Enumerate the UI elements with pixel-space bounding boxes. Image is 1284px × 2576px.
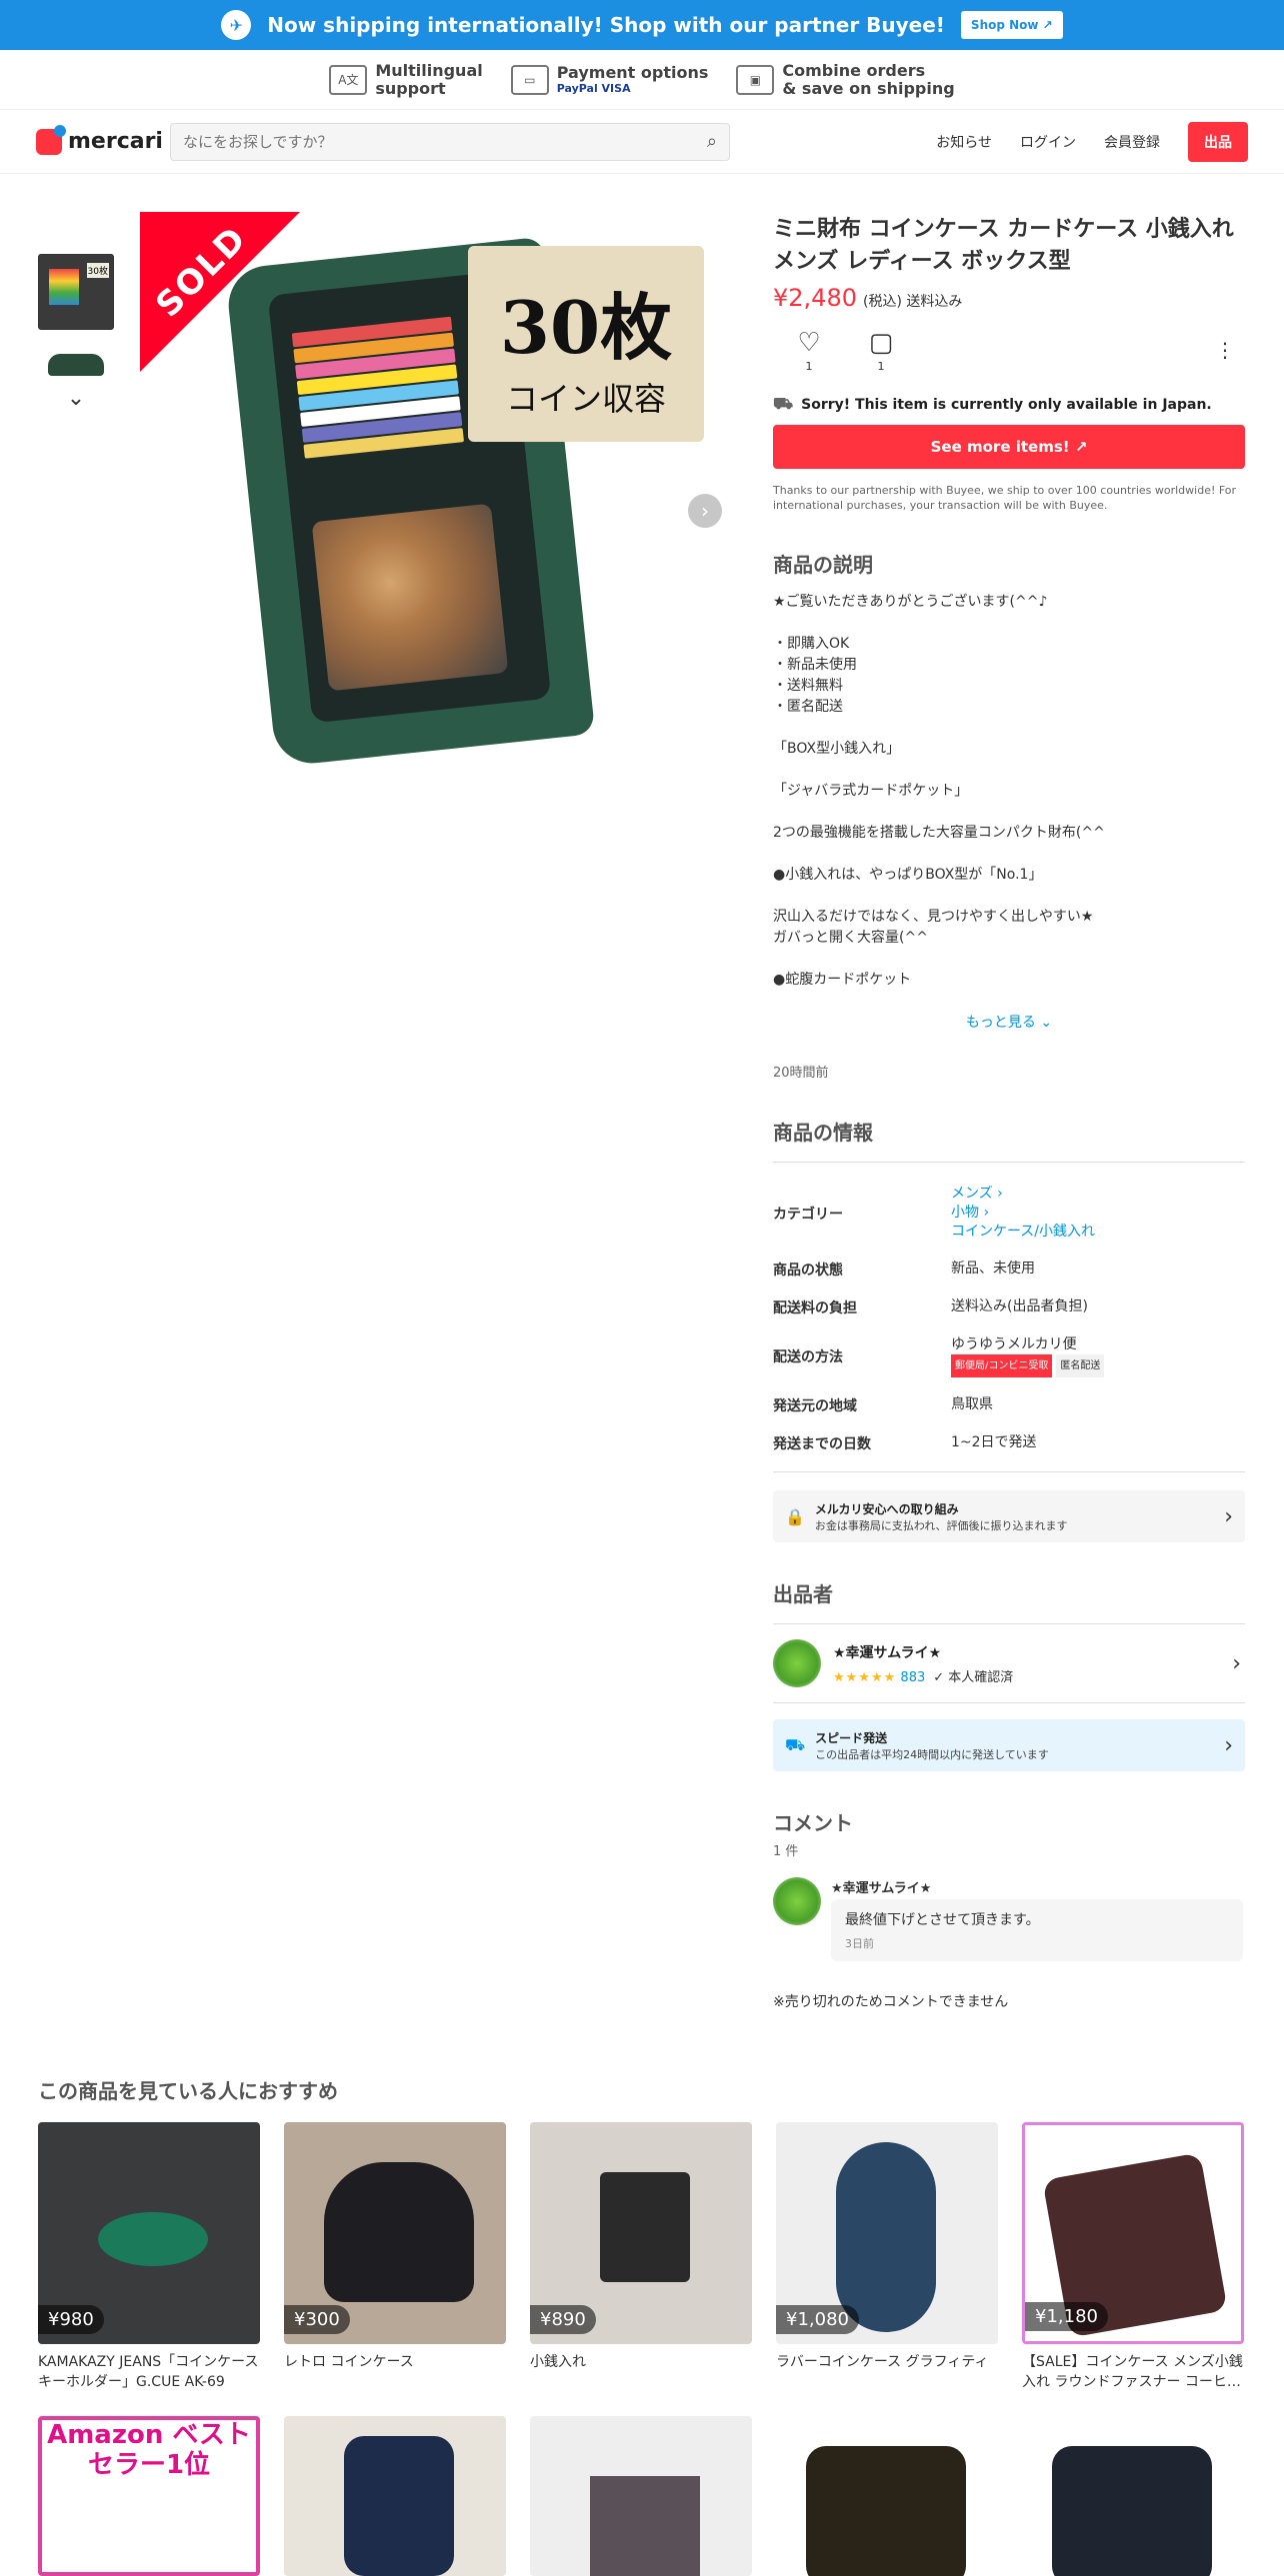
feature-combine: ▣ Combine orders & save on shipping [736,61,955,98]
feature-payment: ▭ Payment options PayPal VISA [510,64,708,95]
description-heading: 商品の説明 [773,553,873,577]
box-icon: ▣ [736,64,775,95]
comment-button[interactable]: ▢ 1 [845,328,917,373]
category-link-1[interactable]: メンズ › [951,1185,1095,1204]
list-item[interactable]: ¥1,080 ラバーコインケース グラフィティ [776,2122,998,2392]
pickup-tag: 郵便局/コンビニ受取 [951,1354,1053,1377]
card-icon: ▭ [510,64,549,95]
truck-icon: ⛟ [785,1734,806,1754]
show-more-link[interactable]: もっと見る ⌄ [773,1012,1245,1032]
feature-strip: A文 Multilingual support ▭ Payment options… [0,50,1284,110]
buyee-note: Thanks to our partnership with Buyee, we… [773,484,1237,512]
shop-now-button[interactable]: Shop Now ↗ [960,11,1063,39]
seller-name: ★幸運サムライ★ [833,1644,942,1661]
description-body: ★ご覧いただきありがとうございます(^^♪ ・即購入OK ・新品未使用 ・送料無… [773,594,1105,988]
chevron-right-icon: › [1224,1732,1233,1758]
banner-text: Now shipping internationally! Shop with … [267,13,945,37]
list-item[interactable]: ¥300 レトロ コインケース [284,2122,506,2392]
feature-multilingual: A文 Multilingual support [329,61,483,98]
comment-text: 最終値下げとさせて頂きます。 [845,1912,1040,1928]
rating-stars: ★★★★★ [833,1669,897,1685]
plane-icon: ✈ [221,10,252,40]
news-link[interactable]: お知らせ [936,132,992,152]
list-item[interactable]: Amazon ベストセラー1位 [38,2416,260,2576]
recommendations: この商品を見ている人におすすめ ¥980 KAMAKAZY JEANS「コインケ… [38,2075,1248,2576]
recommend-heading: この商品を見ている人におすすめ [38,2079,338,2103]
avatar [773,1639,821,1687]
list-item[interactable]: ¥1,180 【SALE】コインケース メンズ小銭入れ ラウンドファスナー コー… [1022,2122,1244,2392]
chevron-right-icon: › [1232,1650,1241,1676]
seller-heading: 出品者 [773,1582,833,1606]
comment-count: 1 件 [773,1844,799,1859]
category-link-3[interactable]: コインケース/小銭入れ [951,1223,1095,1242]
next-image-arrow-icon[interactable]: › [688,494,722,528]
comment-item: ★幸運サムライ★ 最終値下げとさせて頂きます。 3日前 [773,1877,1245,1961]
login-link[interactable]: ログイン [1020,132,1076,152]
thumbnail-1[interactable]: 30枚 [38,254,114,330]
list-item[interactable] [284,2416,506,2576]
truck-icon: ⛟ [773,394,794,413]
search-bar[interactable]: ⌕ [170,122,730,161]
mercari-logo[interactable]: mercari [36,124,170,155]
language-icon: A文 [329,64,368,95]
site-header: mercari ⌕ お知らせ ログイン 会員登録 出品 [0,110,1284,174]
list-item[interactable] [530,2416,752,2576]
search-icon[interactable]: ⌕ [707,131,717,152]
comments-closed-note: ※売り切れのためコメントできません [773,1994,1009,2010]
header-nav: お知らせ ログイン 会員登録 出品 [936,121,1248,162]
comment-date: 3日前 [845,1937,874,1950]
price-tax-note: (税込) 送料込み [862,294,963,310]
product-details: ミニ財布 コインケース カードケース 小銭入れ メンズ レディース ボックス型 … [773,214,1245,2011]
info-heading: 商品の情報 [773,1121,873,1145]
heart-icon: ♡ [797,328,821,358]
thumbnail-list: 30枚 ⌄ [38,254,116,411]
logo-mark-icon [36,124,66,155]
list-item[interactable] [776,2416,998,2576]
product-price: ¥2,480 [773,284,857,312]
avatar [773,1877,821,1925]
list-item[interactable]: ¥890 小銭入れ [530,2122,752,2392]
chevron-right-icon: › [1224,1503,1233,1529]
lock-icon: 🔒 [785,1506,805,1526]
seller-card[interactable]: ★幸運サムライ★ ★★★★★ 883 ✓ 本人確認済 › [773,1623,1245,1703]
signup-link[interactable]: 会員登録 [1104,132,1160,152]
category-link-2[interactable]: 小物 › [951,1204,1095,1223]
sell-button[interactable]: 出品 [1188,121,1248,162]
shipping-banner[interactable]: ✈ Now shipping internationally! Shop wit… [0,0,1284,50]
posted-time: 20時間前 [773,1066,829,1081]
more-options-icon[interactable]: ⋮ [1215,338,1235,362]
see-more-items-button[interactable]: See more items! ↗ [773,425,1245,469]
availability-notice: ⛟ Sorry! This item is currently only ava… [773,394,1212,413]
chevron-down-icon[interactable]: ⌄ [38,386,114,411]
speed-shipping-banner[interactable]: ⛟ スピード発送 この出品者は平均24時間以内に発送しています › [773,1719,1245,1771]
product-title: ミニ財布 コインケース カードケース 小銭入れ メンズ レディース ボックス型 [773,217,1234,274]
list-item[interactable]: ¥980 KAMAKAZY JEANS「コインケース キーホルダー」G.CUE … [38,2122,260,2392]
anonymous-tag: 匿名配送 [1056,1354,1105,1377]
info-table: カテゴリー メンズ › 小物 › コインケース/小銭入れ 商品の状態 新品、未使用… [773,1162,1245,1453]
search-input[interactable] [183,132,663,151]
comment-icon: ▢ [868,328,894,358]
list-item[interactable] [1022,2416,1244,2576]
comments-heading: コメント [773,1811,853,1835]
thumbnail-2[interactable] [38,346,114,382]
like-button[interactable]: ♡ 1 [773,328,845,373]
safety-banner[interactable]: 🔒 メルカリ安心への取り組み お金は事務局に支払われ、評価後に振り込まれます › [773,1490,1245,1542]
main-product-image[interactable]: 30枚 コイン収容 SOLD [140,212,724,772]
comment-author: ★幸運サムライ★ [831,1881,932,1896]
capacity-label: 30枚 コイン収容 [468,246,704,442]
